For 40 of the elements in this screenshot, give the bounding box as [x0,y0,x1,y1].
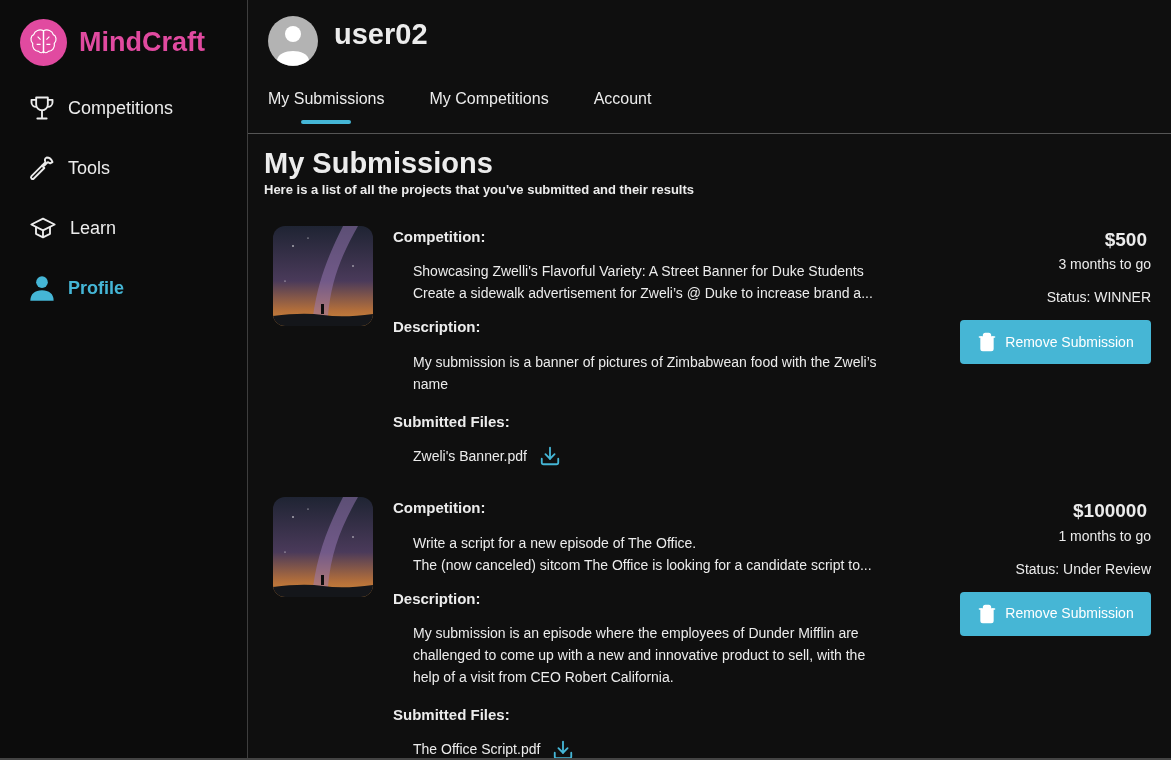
download-icon[interactable] [538,445,561,467]
page-subtitle: Here is a list of all the projects that you've submitted and their results [264,181,696,199]
field-label: Submitted Files: [393,705,511,725]
tab[interactable]: Account [593,78,652,133]
hammer-icon [28,154,56,182]
sidebar-item[interactable]: Profile [20,258,247,318]
competition-summary: The (now canceled) sitcom The Office is looking for a candidate script to... [412,555,873,575]
status-text: Status: Under Review [1015,559,1151,579]
time-left: 1 months to go [1058,526,1151,546]
description-text: My submission is an episode where the employees of Dunder Mifflin are challenged to come up with a new and innovative product to sell, with the help of a visit from CEO Robert California. [412,624,867,687]
sidebar-item[interactable]: Learn [20,198,247,258]
brain-logo-icon [20,19,67,66]
tab[interactable]: My Submissions [268,78,385,133]
file-name: The Office Script.pdf [413,740,541,758]
prize-amount: $100000 [1073,499,1147,523]
file-name: Zweli's Banner.pdf [413,446,527,466]
field-label: Submitted Files: [393,411,511,432]
sidebar-item[interactable]: Competitions [20,78,247,138]
trophy-icon [28,94,56,122]
description-text: My submission is a banner of pictures of Zimbabwean food with the Zweli’s name [412,352,878,394]
competition-title: Showcasing Zwelli's Flavorful Variety: A Street Banner for Duke Students [412,262,865,281]
download-icon[interactable] [552,738,575,758]
brand-name: MindCraft [79,26,205,60]
username: user02 [334,17,428,53]
avatar-icon [268,16,318,66]
prize-amount: $500 [1104,227,1147,252]
time-left: 3 months to go [1058,255,1151,274]
trash-icon [977,603,998,624]
field-label: Competition: [393,498,487,518]
field-label: Competition: [393,226,487,247]
competition-title: Write a script for a new episode of The Office. [412,533,698,553]
tab[interactable]: My Competitions [429,78,549,133]
field-label: Description: [393,317,482,337]
status-text: Status: WINNER [1046,288,1151,307]
competition-summary: Create a sidewalk advertisement for Zweli’s @ Duke to increase brand a... [412,284,874,303]
sidebar-item[interactable]: Tools [20,138,247,198]
field-label: Description: [393,588,482,609]
page-title: My Submissions [264,146,494,180]
person-icon [28,274,56,302]
trash-icon [977,332,998,352]
